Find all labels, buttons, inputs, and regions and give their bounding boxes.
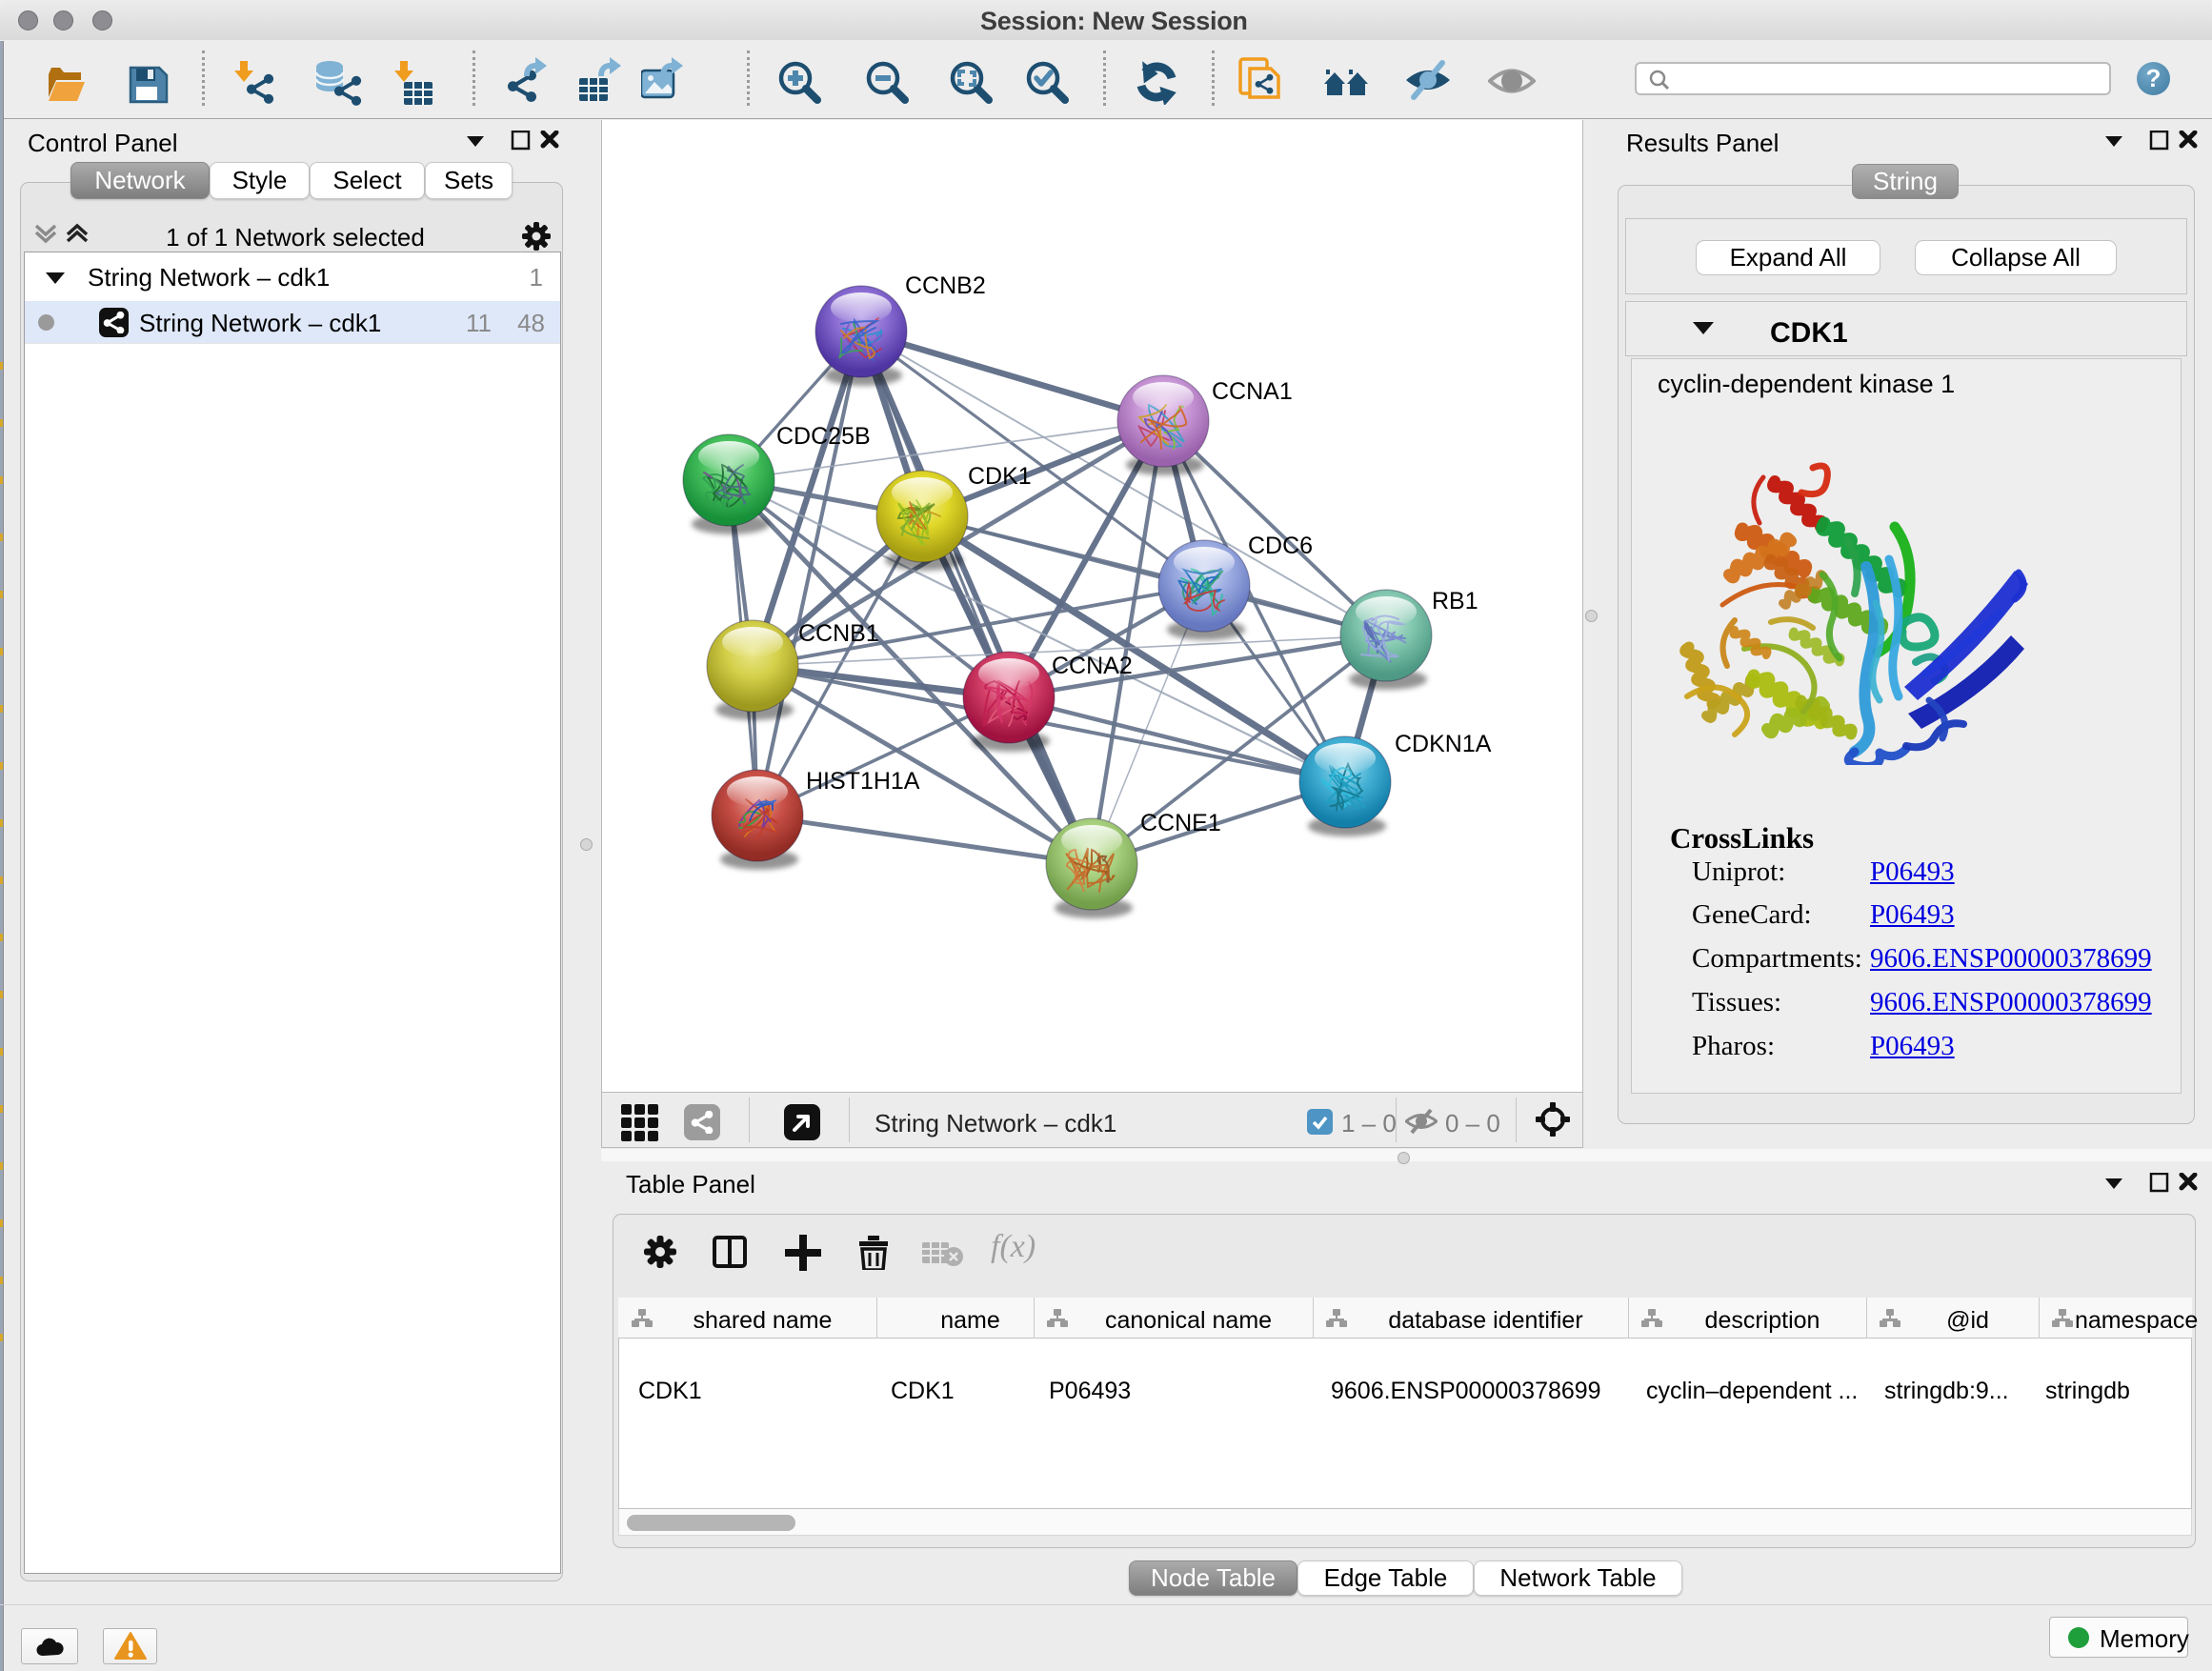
- svg-text:HIST1H1A: HIST1H1A: [806, 768, 920, 795]
- svg-text:CDC6: CDC6: [1248, 533, 1313, 559]
- svg-text:CCNB1: CCNB1: [798, 620, 879, 647]
- svg-text:CDC25B: CDC25B: [776, 423, 871, 450]
- svg-text:RB1: RB1: [1432, 588, 1478, 614]
- svg-text:CCNE1: CCNE1: [1140, 810, 1221, 836]
- svg-text:CCNA2: CCNA2: [1052, 653, 1133, 679]
- svg-text:CCNA1: CCNA1: [1212, 378, 1293, 405]
- svg-text:CCNB2: CCNB2: [905, 272, 986, 299]
- svg-text:CDK1: CDK1: [968, 463, 1032, 490]
- svg-text:CDKN1A: CDKN1A: [1395, 731, 1492, 757]
